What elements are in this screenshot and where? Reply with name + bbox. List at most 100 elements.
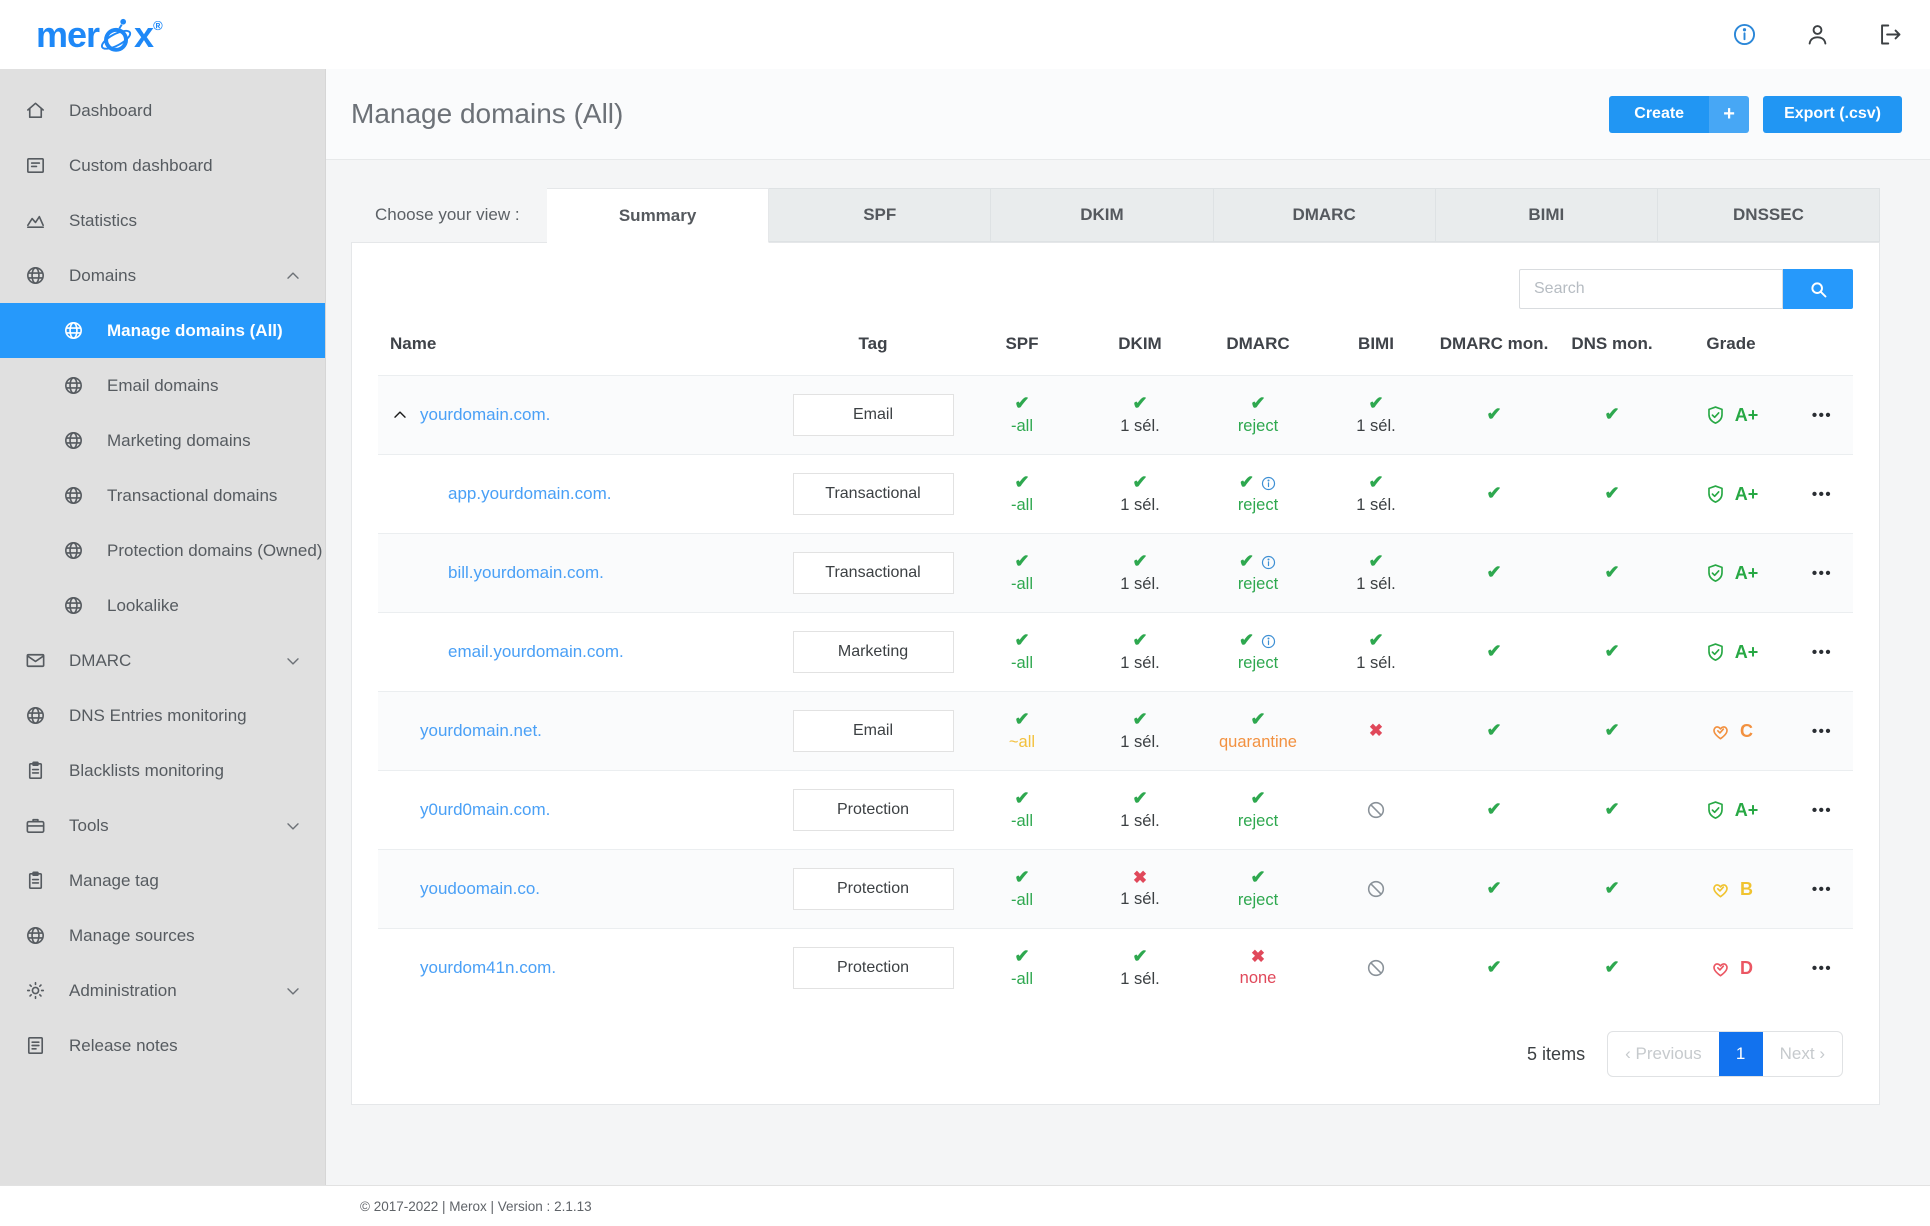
search-input[interactable] (1519, 269, 1783, 309)
spf-value: -all (1010, 417, 1033, 436)
dns-mon-cell: ✔ (1553, 720, 1671, 742)
spf-check-icon: ✔ (1014, 788, 1030, 809)
dkim-cross-icon: ✖ (1132, 868, 1148, 888)
tab-dmarc[interactable]: DMARC (1213, 188, 1436, 242)
sidebar-item-transactional-domains[interactable]: Transactional domains (0, 468, 325, 523)
row-actions-menu[interactable]: ••• (1791, 802, 1853, 819)
grade-letter: C (1740, 720, 1753, 741)
tab-dnssec[interactable]: DNSSEC (1657, 188, 1881, 242)
sidebar-item-manage-tag[interactable]: Manage tag (0, 853, 325, 908)
user-icon[interactable] (1804, 21, 1831, 48)
name-cell: app.yourdomain.com. (378, 484, 783, 504)
table-row: yourdomain.net. Email ✔ ~all ✔ 1 sél. ✔ quarant… (378, 691, 1853, 771)
domain-name-link[interactable]: email.yourdomain.com. (448, 642, 624, 662)
sidebar-item-blacklists-monitoring[interactable]: Blacklists monitoring (0, 743, 325, 798)
sidebar-item-release-notes[interactable]: Release notes (0, 1018, 325, 1073)
sidebar-item-statistics[interactable]: Statistics (0, 193, 325, 248)
tab-spf[interactable]: SPF (769, 188, 992, 242)
previous-page-button[interactable]: ‹ Previous (1608, 1032, 1719, 1076)
dmarc-check-icon: ✔ (1238, 472, 1255, 493)
sidebar-item-protection-domains-owned[interactable]: Protection domains (Owned) (0, 523, 325, 578)
sidebar-item-email-domains[interactable]: Email domains (0, 358, 325, 413)
next-page-button[interactable]: Next › (1763, 1032, 1842, 1076)
dkim-value: 1 sél. (1120, 812, 1160, 831)
grade-cell: A+ (1671, 641, 1791, 664)
column-header-dmarc: DMARC (1226, 334, 1290, 353)
spf-cell: ✔ -all (963, 788, 1081, 831)
merox-logo[interactable]: mer x ® (36, 14, 163, 56)
dmarc-mon-check-icon: ✔ (1486, 878, 1502, 899)
sidebar-item-lookalike[interactable]: Lookalike (0, 578, 325, 633)
row-actions-menu[interactable]: ••• (1791, 565, 1853, 582)
dmarc-check-icon: ✔ (1238, 551, 1255, 572)
domain-name-link[interactable]: youdoomain.co. (420, 879, 540, 899)
current-page-button[interactable]: 1 (1718, 1032, 1763, 1077)
logout-icon[interactable] (1877, 21, 1904, 48)
domain-name-link[interactable]: yourdomain.com. (420, 405, 550, 425)
sidebar-item-dashboard[interactable]: Dashboard (0, 83, 325, 138)
tab-summary[interactable]: Summary (547, 188, 770, 243)
sidebar-item-manage-domains-all[interactable]: Manage domains (All) (0, 303, 325, 358)
dns-mon-cell: ✔ (1553, 799, 1671, 821)
table-body: yourdomain.com. Email ✔ -all ✔ 1 sél. ✔ reject ✔… (378, 375, 1853, 1007)
name-cell: email.yourdomain.com. (378, 642, 783, 662)
sidebar-item-marketing-domains[interactable]: Marketing domains (0, 413, 325, 468)
dmarc-mon-check-icon: ✔ (1486, 404, 1502, 425)
sidebar-item-tools[interactable]: Tools (0, 798, 325, 853)
domain-name-link[interactable]: app.yourdomain.com. (448, 484, 611, 504)
sidebar-item-label: Custom dashboard (69, 155, 213, 175)
row-actions-menu[interactable]: ••• (1791, 960, 1853, 977)
grade-cell: C (1671, 720, 1791, 743)
row-actions-menu[interactable]: ••• (1791, 881, 1853, 898)
sidebar-item-domains[interactable]: Domains (0, 248, 325, 303)
table-header: Name Tag SPF DKIM DMARC BIMI DMARC mon. DNS mon… (378, 323, 1853, 375)
bimi-check-icon: ✔ (1368, 551, 1384, 572)
dkim-cell: ✔ 1 sél. (1081, 472, 1199, 515)
page-actions: Create + Export (.csv) (1609, 95, 1902, 133)
search-button[interactable] (1783, 269, 1853, 309)
bimi-cross-icon: ✖ (1368, 720, 1384, 740)
export-csv-button[interactable]: Export (.csv) (1763, 95, 1902, 133)
sidebar-item-manage-sources[interactable]: Manage sources (0, 908, 325, 963)
items-count: 5 items (1527, 1043, 1586, 1064)
sidebar-item-dns-entries-monitoring[interactable]: DNS Entries monitoring (0, 688, 325, 743)
sidebar-item-custom-dashboard[interactable]: Custom dashboard (0, 138, 325, 193)
sidebar-item-label: DMARC (69, 650, 132, 670)
note-icon (24, 1034, 47, 1057)
chevron-up-icon (283, 266, 303, 286)
dmarc-value: reject (1237, 575, 1279, 594)
dns-mon-check-icon: ✔ (1604, 404, 1620, 425)
name-cell: yourdomain.net. (378, 721, 783, 741)
row-actions-menu[interactable]: ••• (1791, 486, 1853, 503)
spf-cell: ✔ -all (963, 472, 1081, 515)
domain-name-link[interactable]: yourdom41n.com. (420, 958, 556, 978)
bimi-blocked-icon (1365, 957, 1387, 979)
create-button-label[interactable]: Create (1609, 95, 1710, 133)
spf-cell: ✔ -all (963, 551, 1081, 594)
dmarc-mon-cell: ✔ (1435, 720, 1553, 742)
domain-name-link[interactable]: y0urd0main.com. (420, 800, 550, 820)
row-actions-menu[interactable]: ••• (1791, 723, 1853, 740)
tag-badge: Email (792, 394, 954, 437)
create-plus-icon[interactable]: + (1709, 95, 1750, 133)
domain-name-link[interactable]: bill.yourdomain.com. (448, 563, 604, 583)
row-actions-menu[interactable]: ••• (1791, 644, 1853, 661)
row-actions-menu[interactable]: ••• (1791, 407, 1853, 424)
previous-arrow-icon: ‹ (1625, 1044, 1631, 1064)
create-button[interactable]: Create + (1609, 95, 1750, 133)
dmarc-check-icon: ✔ (1250, 709, 1266, 730)
logo-registered-mark: ® (153, 17, 163, 33)
sidebar-item-administration[interactable]: Administration (0, 963, 325, 1018)
row-expander[interactable] (390, 405, 420, 425)
case-icon (24, 814, 47, 837)
tag-cell: Protection (783, 868, 963, 911)
tab-bimi[interactable]: BIMI (1435, 188, 1658, 242)
grade-cell: A+ (1671, 404, 1791, 427)
info-icon[interactable] (1731, 21, 1758, 48)
copyright-text: © 2017-2022 | Merox | Version : 2.1.13 (360, 1198, 592, 1214)
dns-mon-check-icon: ✔ (1604, 957, 1620, 978)
sidebar-item-dmarc[interactable]: DMARC (0, 633, 325, 688)
name-cell: yourdom41n.com. (378, 958, 783, 978)
domain-name-link[interactable]: yourdomain.net. (420, 721, 542, 741)
tab-dkim[interactable]: DKIM (991, 188, 1214, 242)
